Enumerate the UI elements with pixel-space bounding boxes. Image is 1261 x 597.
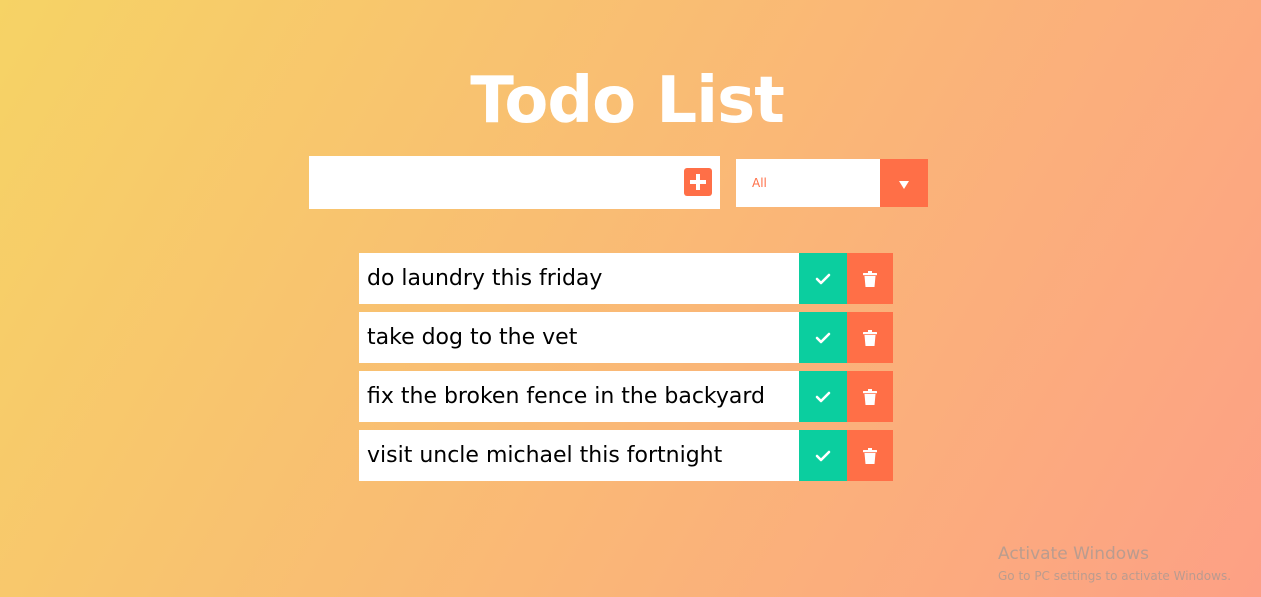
activation-watermark: Activate Windows Go to PC settings to ac…	[998, 544, 1261, 584]
delete-button[interactable]	[847, 371, 893, 422]
todo-input[interactable]	[309, 156, 669, 209]
delete-button[interactable]	[847, 430, 893, 481]
add-todo-button[interactable]	[684, 168, 712, 196]
complete-button[interactable]	[799, 312, 847, 363]
caret-down-icon	[899, 181, 909, 189]
todo-text: take dog to the vet	[367, 325, 578, 350]
trash-icon	[863, 329, 877, 346]
filter-selected-value: All	[752, 176, 767, 190]
trash-icon	[863, 270, 877, 287]
page-title: Todo List	[470, 63, 785, 138]
todo-item: visit uncle michael this fortnight	[359, 430, 893, 481]
filter-dropdown-button[interactable]	[880, 159, 928, 207]
plus-icon	[690, 174, 706, 190]
todo-text: fix the broken fence in the backyard	[367, 384, 765, 409]
trash-icon	[863, 388, 877, 405]
complete-button[interactable]	[799, 253, 847, 304]
todo-item: do laundry this friday	[359, 253, 893, 304]
watermark-title: Activate Windows	[998, 544, 1149, 564]
todo-text: do laundry this friday	[367, 266, 603, 291]
todo-item: fix the broken fence in the backyard	[359, 371, 893, 422]
delete-button[interactable]	[847, 312, 893, 363]
check-icon	[815, 273, 831, 284]
complete-button[interactable]	[799, 371, 847, 422]
watermark-subtitle: Go to PC settings to activate Windows.	[998, 569, 1232, 583]
todo-input-container	[309, 156, 720, 209]
todo-item: take dog to the vet	[359, 312, 893, 363]
todo-list: do laundry this friday take dog to the v…	[359, 253, 893, 489]
check-icon	[815, 450, 831, 461]
check-icon	[815, 332, 831, 343]
todo-text: visit uncle michael this fortnight	[367, 443, 723, 468]
check-icon	[815, 391, 831, 402]
filter-select[interactable]: All	[736, 159, 928, 207]
trash-icon	[863, 447, 877, 464]
delete-button[interactable]	[847, 253, 893, 304]
complete-button[interactable]	[799, 430, 847, 481]
